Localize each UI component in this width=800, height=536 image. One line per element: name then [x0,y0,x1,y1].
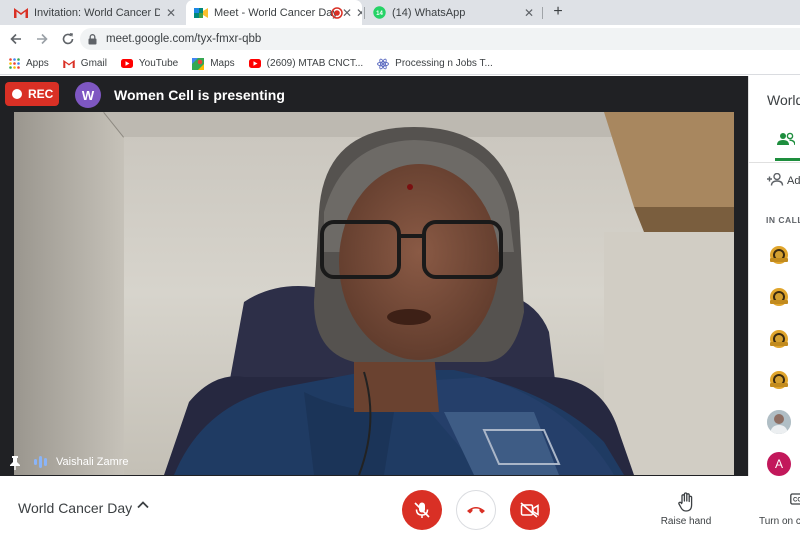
bookmark-youtube[interactable]: YouTube [120,58,179,70]
browser-toolbar: meet.google.com/tyx-fmxr-qbb [0,25,800,53]
emblem-icon [770,330,788,348]
reload-icon[interactable] [56,27,80,51]
captions-button[interactable]: CC Turn on c [757,492,800,527]
recording-badge: REC [5,82,59,106]
in-call-heading: IN CALL [766,215,800,225]
video-participant-name: Vaishali Zamre [56,456,129,468]
address-bar[interactable]: meet.google.com/tyx-fmxr-qbb [80,28,800,50]
add-people-button[interactable]: Ad [767,172,800,189]
panel-divider [749,162,800,163]
close-tab-icon[interactable]: ✕ [164,6,178,20]
panel-title: World [767,92,800,108]
close-tab-icon[interactable]: ✕ [522,6,536,20]
captions-label: Turn on c [759,516,800,527]
bookmark-label: Maps [210,58,235,69]
hang-up-icon [467,507,485,514]
participant-avatar-initial[interactable]: A [767,452,791,476]
bookmark-maps[interactable]: Maps [192,57,235,70]
participant-avatar-emblem[interactable] [767,243,791,267]
meet-stage: REC W Women Cell is presenting Vaishali … [0,76,748,536]
whatsapp-icon: 14 [372,6,386,20]
url-text: meet.google.com/tyx-fmxr-qbb [106,33,262,45]
video-name-bar: Vaishali Zamre [0,448,748,478]
svg-text:CC: CC [793,498,800,504]
lock-icon [88,33,98,44]
raise-hand-button[interactable]: Raise hand [656,492,716,527]
people-tab[interactable] [777,132,800,156]
participant-avatar-emblem[interactable] [767,327,791,351]
recording-dot-icon [12,89,22,99]
meet-icon [194,6,208,20]
bookmark-label: Processing n Jobs T... [395,58,493,69]
browser-tab-strip: Invitation: World Cancer Day @ T ✕ Meet … [0,0,800,25]
person-photo-icon [767,410,791,434]
pin-icon[interactable] [9,456,21,475]
tab-title: Invitation: World Cancer Day @ T [34,6,160,19]
camera-toggle-button[interactable] [510,490,550,530]
gmail-icon [14,6,28,20]
youtube-icon [120,58,133,70]
participant-avatar-emblem[interactable] [767,285,791,309]
chevron-up-icon[interactable] [136,498,150,512]
tab-title: Meet - World Cancer Day [214,6,336,19]
bookmark-label: YouTube [138,58,179,69]
bookmark-label: Gmail [80,58,107,69]
people-icon [777,132,796,150]
participant-initial: A [774,457,783,471]
back-arrow-icon[interactable] [4,27,28,51]
recording-icon [330,6,344,20]
people-panel: World Ad IN CALL A [748,76,800,476]
bookmark-label: Apps [26,58,49,69]
tab-whatsapp[interactable]: 14 (14) WhatsApp ✕ [364,0,544,25]
add-people-label: Ad [787,175,800,187]
bookmark-apps[interactable]: Apps [8,58,49,70]
tab-separator [542,7,543,19]
emblem-icon [770,246,788,264]
tab-gmail-invitation[interactable]: Invitation: World Cancer Day @ T ✕ [6,0,186,25]
tab-recording[interactable]: ✕ [322,0,362,25]
new-tab-button[interactable]: + [548,3,568,21]
raise-hand-icon [656,492,716,512]
bookmarks-bar: Apps Gmail YouTube Maps (2609) MTAB CNCT… [0,53,800,75]
captions-icon: CC [757,492,800,512]
atom-icon [377,58,390,70]
presenting-banner: Women Cell is presenting [114,87,285,103]
maps-icon [192,57,205,70]
active-tab-indicator [775,158,800,161]
add-person-icon [767,172,784,189]
meeting-title[interactable]: World Cancer Day [18,500,132,516]
rec-label: REC [28,87,54,101]
forward-arrow-icon[interactable] [30,27,54,51]
bookmark-mtab[interactable]: (2609) MTAB CNCT... [248,58,364,70]
camera-off-icon [520,502,539,518]
svg-text:14: 14 [376,11,383,17]
microphone-toggle-button[interactable] [402,490,442,530]
meet-control-bar: World Cancer Day Raise hand CC Turn on c [0,476,800,536]
video-frame [14,112,734,475]
close-tab-icon[interactable]: ✕ [354,6,362,20]
emblem-icon [770,288,788,306]
emblem-icon [770,371,788,389]
mic-off-icon [414,502,430,518]
participant-avatar-emblem[interactable] [767,368,791,392]
presenter-avatar: W [75,82,101,108]
participant-avatar-photo[interactable] [767,410,791,434]
bookmark-gmail[interactable]: Gmail [63,58,107,70]
bookmark-processing[interactable]: Processing n Jobs T... [377,58,493,70]
leave-call-button[interactable] [456,490,496,530]
presenter-initial: W [81,87,95,103]
participant-video[interactable] [14,112,734,475]
gmail-icon [63,58,75,70]
bookmark-label: (2609) MTAB CNCT... [266,58,364,69]
tab-title: (14) WhatsApp [392,6,466,19]
speaking-indicator-icon [34,456,47,468]
youtube-icon [248,58,261,70]
apps-grid-icon [8,58,20,70]
raise-hand-label: Raise hand [660,516,712,527]
meet-header: REC W Women Cell is presenting [0,76,748,112]
